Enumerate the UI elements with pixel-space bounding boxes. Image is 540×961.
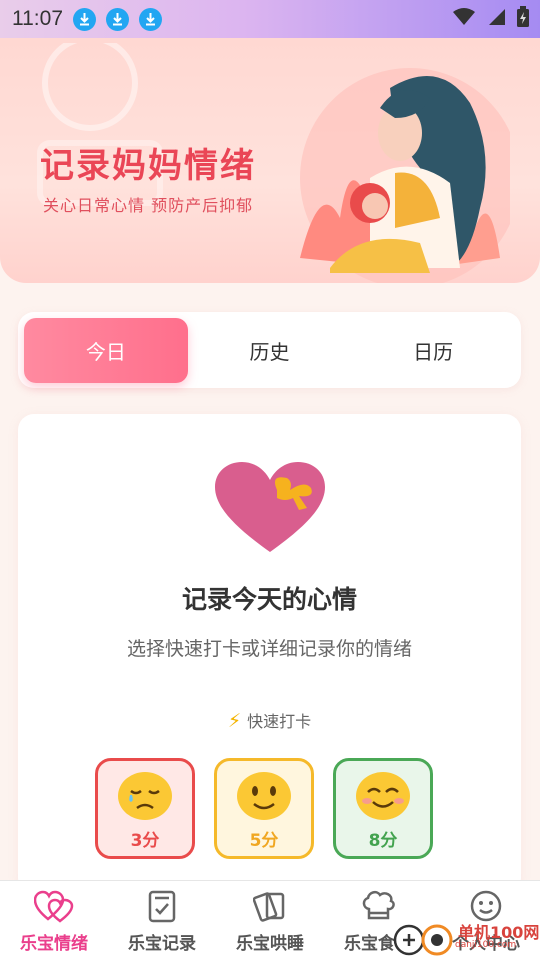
mood-score: 3分 <box>130 831 160 851</box>
card-subtitle: 选择快速打卡或详细记录你的情绪 <box>126 638 412 660</box>
status-icons <box>452 6 530 32</box>
watermark-text: 单机100网 <box>458 923 540 942</box>
status-time: 11:07 <box>12 7 63 30</box>
nav-records[interactable]: 乐宝记录 <box>108 881 216 961</box>
wifi-icon <box>452 8 476 30</box>
mood-options: 3分 5分 8分 <box>95 758 433 859</box>
happy-face-icon <box>356 772 410 820</box>
signal-icon <box>486 8 506 30</box>
tab-calendar[interactable]: 日历 <box>351 318 515 383</box>
watermark-text-block: 单机100网 danji100.com <box>455 923 540 951</box>
status-bar: 11:07 <box>0 0 540 38</box>
tab-calendar-label: 日历 <box>413 339 454 364</box>
banner-title: 记录妈妈情绪 <box>40 146 256 186</box>
quick-checkin-heading: ⚡ 快速打卡 <box>18 708 521 732</box>
heart-bow-icon <box>215 462 325 552</box>
battery-charging-icon <box>516 6 530 32</box>
segmented-tabs: 今日 历史 日历 <box>18 312 521 388</box>
nav-mood[interactable]: 乐宝情绪 <box>0 881 108 961</box>
download-icon <box>139 7 162 31</box>
download-icon <box>106 7 129 31</box>
nav-label: 乐宝哄睡 <box>236 934 304 954</box>
download-icon <box>73 7 96 31</box>
tab-today-label: 今日 <box>85 339 126 364</box>
hearts-icon <box>34 890 74 923</box>
watermark: 单机100网 danji100.com <box>391 918 539 958</box>
smile-face-icon <box>237 772 291 820</box>
nav-label: 乐宝情绪 <box>20 934 88 954</box>
tab-history[interactable]: 历史 <box>188 318 352 383</box>
header-banner: 记录妈妈情绪 关心日常心情 预防产后抑郁 <box>0 38 540 283</box>
checklist-icon <box>148 890 176 923</box>
mood-option-sad[interactable]: 3分 <box>95 758 195 859</box>
today-mood-card: 记录今天的心情 选择快速打卡或详细记录你的情绪 ⚡ 快速打卡 3分 5分 8分 <box>18 414 521 894</box>
banner-subtitle: 关心日常心情 预防产后抑郁 <box>43 196 254 215</box>
card-title: 记录今天的心情 <box>181 585 357 614</box>
watermark-logo-icon <box>393 924 453 956</box>
mood-option-happy[interactable]: 8分 <box>333 758 433 859</box>
lightning-icon: ⚡ <box>227 710 242 732</box>
cards-icon <box>253 892 285 922</box>
quick-checkin-label: 快速打卡 <box>247 712 312 731</box>
mood-score: 8分 <box>368 831 398 851</box>
tab-history-label: 历史 <box>249 339 290 364</box>
mood-score: 5分 <box>249 831 279 851</box>
mood-option-neutral[interactable]: 5分 <box>214 758 314 859</box>
nav-sleep[interactable]: 乐宝哄睡 <box>216 881 324 961</box>
mother-baby-illustration <box>300 68 510 283</box>
nav-label: 乐宝记录 <box>128 934 196 954</box>
tab-today[interactable]: 今日 <box>24 317 188 383</box>
sad-face-icon <box>118 772 172 820</box>
